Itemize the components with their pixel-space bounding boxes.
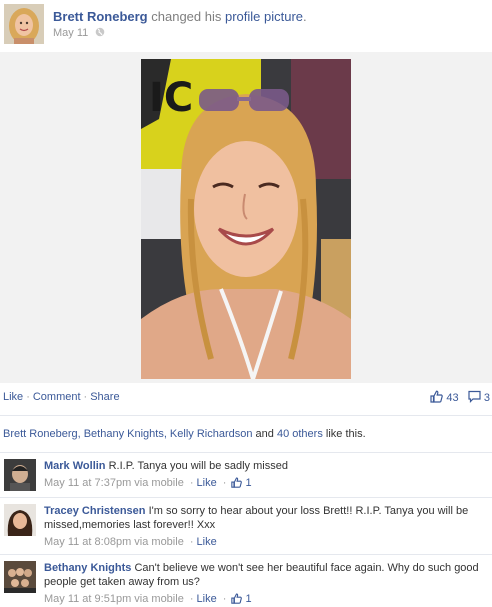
post-title: Brett Roneberg changed his profile pictu… xyxy=(53,9,307,24)
commenter-avatar[interactable] xyxy=(4,504,36,536)
post-stats: 43 3 xyxy=(430,390,490,404)
comments-list: Mark Wollin R.I.P. Tanya you will be sad… xyxy=(0,452,492,607)
comment-like-link[interactable]: Like xyxy=(197,477,217,489)
others-like-link[interactable]: 40 others xyxy=(277,428,323,440)
comment-body: Bethany Knights Can't believe we won't s… xyxy=(44,561,490,606)
thumbs-up-icon[interactable] xyxy=(430,390,446,404)
post-date[interactable]: May 11 xyxy=(53,27,88,39)
comment-text: R.I.P. Tanya you will be sadly missed xyxy=(108,460,288,472)
comment-meta: May 11 at 7:37pm via mobile · Like · 1 xyxy=(44,476,490,490)
comment-bubble-icon[interactable] xyxy=(468,390,484,404)
profile-picture-link[interactable]: profile picture xyxy=(225,9,303,24)
comment-like-count[interactable]: 1 xyxy=(246,593,252,605)
comment-like-link[interactable]: Like xyxy=(197,593,217,605)
meta-separator: · xyxy=(189,593,194,605)
commenter-name-link[interactable]: Mark Wollin xyxy=(44,460,106,472)
comment-body: Tracey Christensen I'm so sorry to hear … xyxy=(44,504,490,549)
commenter-name-link[interactable]: Tracey Christensen xyxy=(44,505,146,517)
comment-item: Mark Wollin R.I.P. Tanya you will be sad… xyxy=(0,452,492,497)
meta-separator: · xyxy=(189,536,194,548)
comment-body: Mark Wollin R.I.P. Tanya you will be sad… xyxy=(44,459,490,490)
author-name-link[interactable]: Brett Roneberg xyxy=(53,9,148,24)
likes-summary: Brett Roneberg, Bethany Knights, Kelly R… xyxy=(3,428,366,440)
post-meta: May 11 xyxy=(53,27,105,39)
action-separator: · xyxy=(83,391,88,403)
action-separator: · xyxy=(26,391,30,403)
thumbs-up-icon[interactable] xyxy=(229,593,243,605)
post-header: Brett Roneberg changed his profile pictu… xyxy=(0,0,492,52)
profile-photo[interactable]: IC xyxy=(141,59,351,379)
divider xyxy=(0,415,492,416)
likes-and-text: and xyxy=(255,428,274,440)
comment-count[interactable]: 3 xyxy=(484,392,490,404)
comment-meta: May 11 at 8:08pm via mobile · Like xyxy=(44,535,490,549)
comment-link[interactable]: Comment xyxy=(33,391,81,403)
comment-timestamp[interactable]: May 11 at 7:37pm via mobile xyxy=(44,477,184,489)
globe-icon xyxy=(95,27,105,37)
post-actions: Like · Comment · Share xyxy=(3,391,120,403)
comment-timestamp[interactable]: May 11 at 9:51pm via mobile xyxy=(44,593,184,605)
post-action-end: . xyxy=(303,9,307,24)
author-avatar[interactable] xyxy=(4,4,44,44)
meta-separator: · xyxy=(189,477,194,489)
share-link[interactable]: Share xyxy=(90,391,119,403)
comment-meta: May 11 at 9:51pm via mobile · Like · 1 xyxy=(44,592,490,606)
likers-names-link[interactable]: Brett Roneberg, Bethany Knights, Kelly R… xyxy=(3,428,252,440)
commenter-avatar[interactable] xyxy=(4,459,36,491)
comment-timestamp[interactable]: May 11 at 8:08pm via mobile xyxy=(44,536,184,548)
thumbs-up-icon[interactable] xyxy=(229,477,243,489)
commenter-avatar[interactable] xyxy=(4,561,36,593)
comment-item: Tracey Christensen I'm so sorry to hear … xyxy=(0,497,492,554)
svg-text:IC: IC xyxy=(149,75,193,121)
post-action-text: changed his xyxy=(151,9,222,24)
photo-area: IC xyxy=(0,52,492,383)
like-link[interactable]: Like xyxy=(3,391,23,403)
comment-item: Bethany Knights Can't believe we won't s… xyxy=(0,554,492,607)
commenter-name-link[interactable]: Bethany Knights xyxy=(44,562,131,574)
comment-like-count[interactable]: 1 xyxy=(246,477,252,489)
comment-like-link[interactable]: Like xyxy=(197,536,217,548)
likes-suffix: like this. xyxy=(325,428,366,440)
like-count[interactable]: 43 xyxy=(446,392,458,404)
